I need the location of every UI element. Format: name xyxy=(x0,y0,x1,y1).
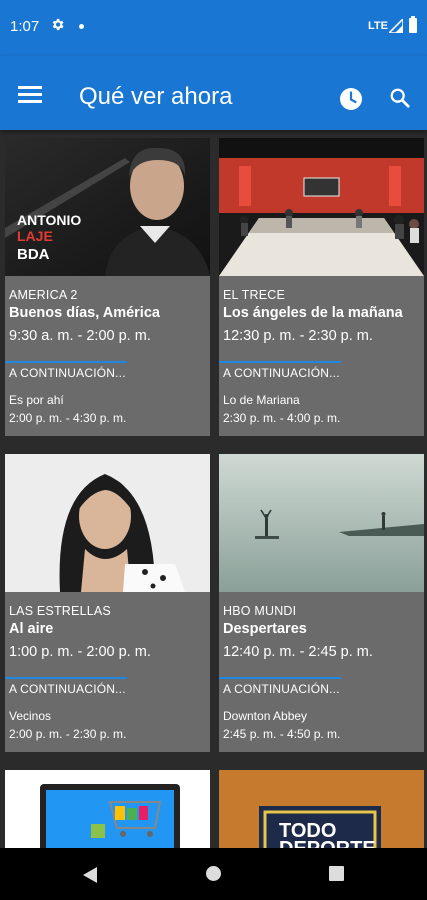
show-title: Despertares xyxy=(223,621,307,637)
home-icon[interactable] xyxy=(206,866,221,881)
recent-apps-icon[interactable] xyxy=(329,866,344,881)
next-show-time: 2:45 p. m. - 4:50 p. m. xyxy=(223,727,341,741)
progress-divider xyxy=(5,677,127,679)
show-time: 12:40 p. m. - 2:45 p. m. xyxy=(223,644,373,660)
progress-divider xyxy=(5,361,127,363)
status-time: 1:07 xyxy=(10,18,40,35)
network-type: LTE xyxy=(368,20,388,32)
back-icon[interactable] xyxy=(82,866,98,884)
program-card[interactable]: HBO MUNDI Despertares 12:40 p. m. - 2:45… xyxy=(219,454,424,752)
program-thumbnail xyxy=(5,770,210,848)
next-show-title: Downton Abbey xyxy=(223,709,308,723)
program-thumbnail: TODO DEPORTE xyxy=(219,770,424,848)
show-title: Los ángeles de la mañana xyxy=(223,305,403,321)
notification-dot-icon xyxy=(79,24,84,29)
program-card[interactable]: TODO DEPORTE xyxy=(219,770,424,848)
next-show-title: Lo de Mariana xyxy=(223,393,300,407)
image-caption-line2: DEPORTE xyxy=(279,838,376,848)
program-thumbnail xyxy=(219,138,424,276)
program-card[interactable]: ANTONIO LAJE BDA AMERICA 2 Buenos días, … xyxy=(5,138,210,436)
next-label: A CONTINUACIÓN... xyxy=(9,366,126,380)
menu-icon[interactable] xyxy=(18,86,42,103)
clock-icon[interactable] xyxy=(339,87,363,111)
program-thumbnail xyxy=(5,454,210,592)
program-card[interactable]: EL TRECE Los ángeles de la mañana 12:30 … xyxy=(219,138,424,436)
progress-divider xyxy=(219,677,341,679)
progress-divider xyxy=(219,361,341,363)
search-icon[interactable] xyxy=(389,87,411,109)
show-time: 12:30 p. m. - 2:30 p. m. xyxy=(223,328,373,344)
next-show-time: 2:00 p. m. - 4:30 p. m. xyxy=(9,411,127,425)
show-time: 9:30 a. m. - 2:00 p. m. xyxy=(9,328,151,344)
channel-name: HBO MUNDI xyxy=(223,604,297,618)
program-thumbnail xyxy=(219,454,424,592)
image-caption-line2: LAJE xyxy=(17,228,53,244)
settings-gear-icon xyxy=(52,18,64,31)
program-thumbnail: ANTONIO LAJE BDA xyxy=(5,138,210,276)
signal-icon xyxy=(389,19,403,33)
next-label: A CONTINUACIÓN... xyxy=(223,366,340,380)
show-time: 1:00 p. m. - 2:00 p. m. xyxy=(9,644,151,660)
channel-name: LAS ESTRELLAS xyxy=(9,604,111,618)
next-show-time: 2:30 p. m. - 4:00 p. m. xyxy=(223,411,341,425)
channel-name: EL TRECE xyxy=(223,288,286,302)
program-card[interactable] xyxy=(5,770,210,848)
program-card[interactable]: LAS ESTRELLAS Al aire 1:00 p. m. - 2:00 … xyxy=(5,454,210,752)
image-caption-line1: ANTONIO xyxy=(17,212,82,228)
next-show-title: Es por ahí xyxy=(9,393,64,407)
show-title: Al aire xyxy=(9,621,54,637)
app-bar: Qué ver ahora xyxy=(0,56,427,130)
next-label: A CONTINUACIÓN... xyxy=(223,682,340,696)
page-title: Qué ver ahora xyxy=(79,83,233,110)
next-show-title: Vecinos xyxy=(9,709,52,723)
next-label: A CONTINUACIÓN... xyxy=(9,682,126,696)
status-bar: 1:07 LTE xyxy=(0,0,427,56)
image-caption-line3: BDA xyxy=(17,246,50,263)
next-show-time: 2:00 p. m. - 2:30 p. m. xyxy=(9,727,127,741)
system-nav-bar xyxy=(0,848,427,900)
channel-name: AMERICA 2 xyxy=(9,288,78,302)
battery-icon xyxy=(409,16,417,33)
show-title: Buenos días, América xyxy=(9,305,160,321)
